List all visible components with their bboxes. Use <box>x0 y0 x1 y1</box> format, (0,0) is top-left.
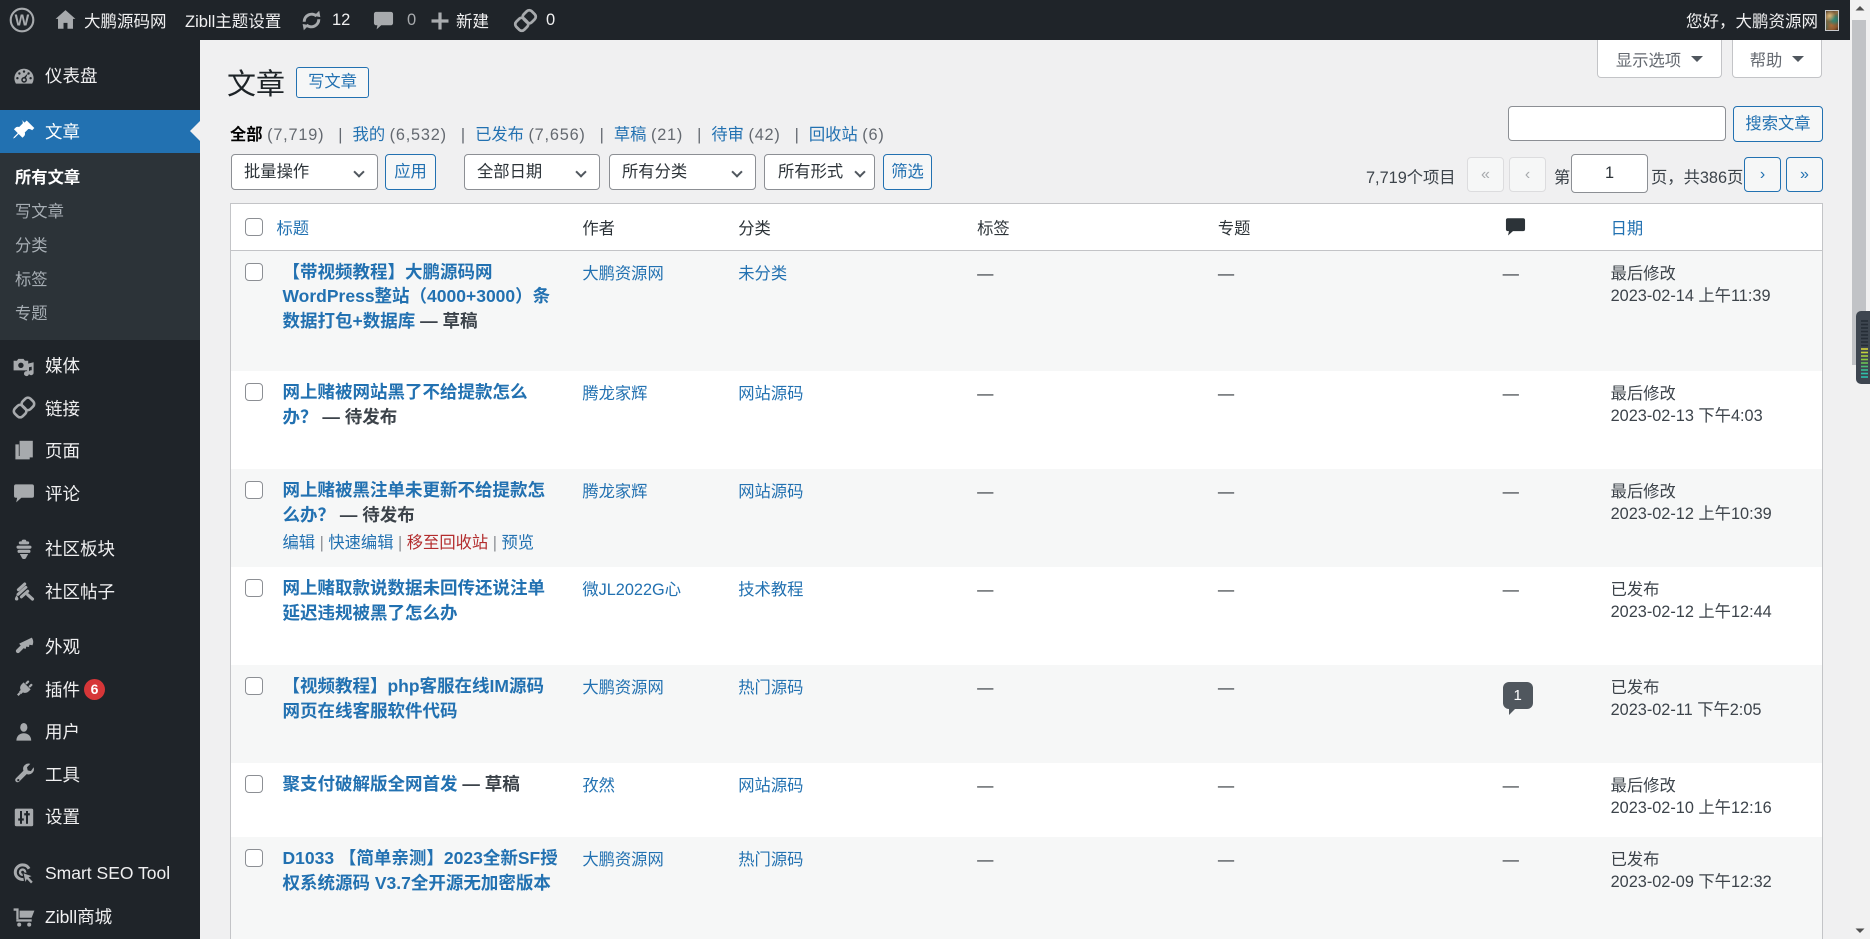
svg-text:W: W <box>15 12 30 29</box>
